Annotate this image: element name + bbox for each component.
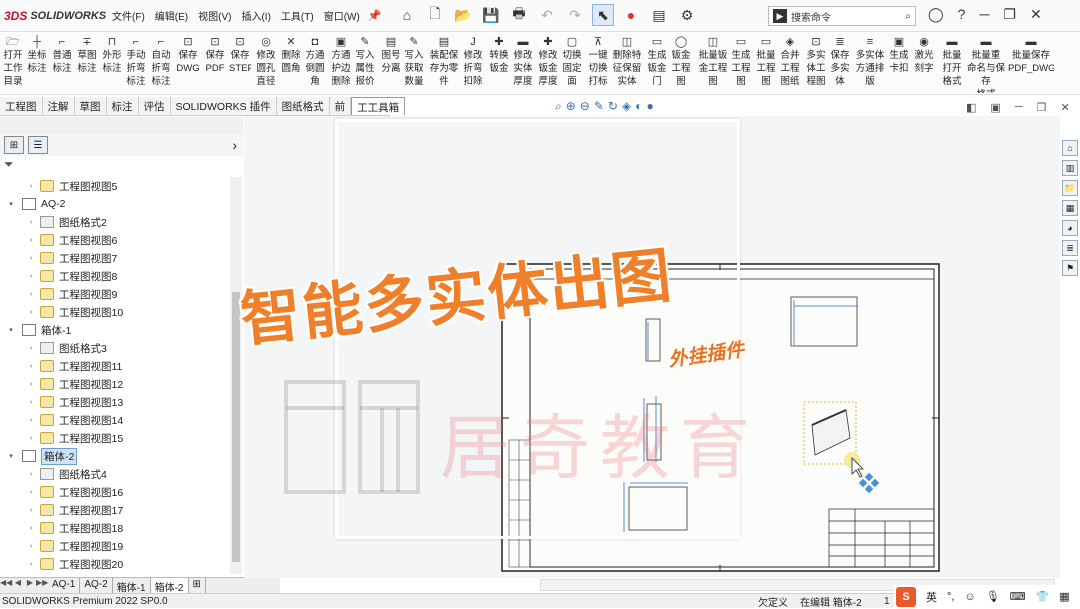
watermark-text: 居奇教育: [440, 407, 760, 489]
page-indicator: 1: [884, 595, 890, 607]
editing-state: 在编辑 箱体-2: [800, 597, 862, 609]
definition-state: 欠定义: [758, 597, 788, 609]
microphone-icon[interactable]: 🎙: [986, 590, 1000, 603]
ime-grid-icon[interactable]: ▦: [1059, 590, 1069, 603]
ime-emoji-icon[interactable]: ☺: [964, 591, 975, 603]
ime-toolbar: S 英 °, ☺ 🎙 ⌨ 👕 ▦: [894, 585, 1080, 608]
ime-language[interactable]: 英: [926, 589, 937, 605]
sogou-logo[interactable]: S: [896, 586, 916, 607]
ime-punctuation-icon[interactable]: °,: [947, 591, 954, 603]
product-version: SOLIDWORKS Premium 2022 SP0.0: [2, 595, 168, 607]
watermark-logo: [284, 380, 420, 494]
ime-skin-icon[interactable]: 👕: [1036, 590, 1050, 603]
keyboard-icon[interactable]: ⌨: [1010, 590, 1026, 603]
